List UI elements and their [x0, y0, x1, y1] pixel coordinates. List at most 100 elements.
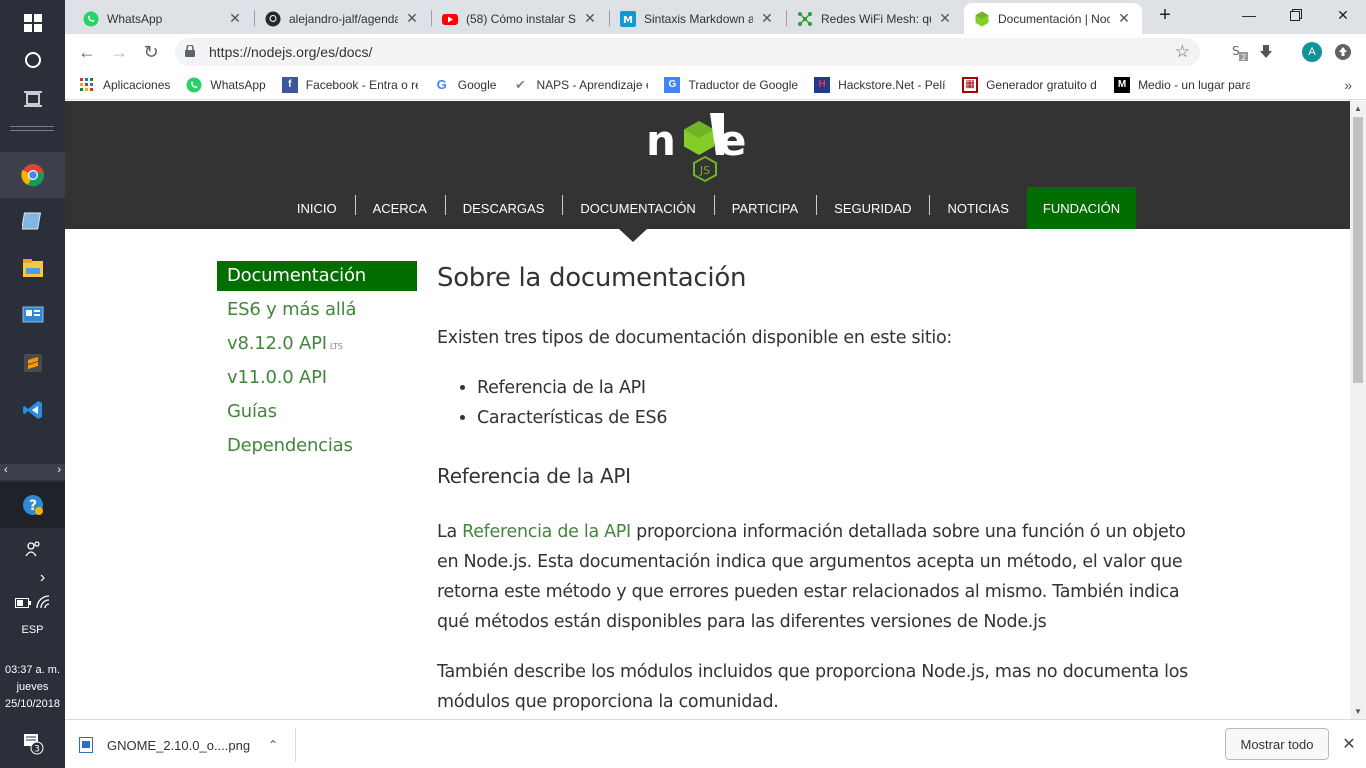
close-tab-icon[interactable]: ✕ [1116, 10, 1132, 27]
nav-inicio[interactable]: INICIO [279, 187, 355, 229]
tab-title: Sintaxis Markdown al [644, 11, 753, 26]
scrollbar-thumb[interactable] [1353, 117, 1363, 383]
paragraph-text: La [437, 522, 463, 542]
page-scrollbar[interactable]: ▲ ▼ [1350, 101, 1366, 719]
address-bar[interactable]: https://nodejs.org/es/docs/ ☆ [175, 38, 1200, 66]
sublime-text-taskbar-icon[interactable] [0, 340, 65, 386]
bookmark-label: Google [457, 77, 497, 92]
bookmark-facebook[interactable]: f Facebook - Entra o re [281, 76, 418, 93]
sidebar-item-label: v8.12.0 API [227, 333, 327, 354]
extension-icon[interactable]: S2 [1225, 38, 1253, 66]
tab-title: (58) Cómo instalar SQ [466, 11, 576, 26]
nav-fundacion[interactable]: FUNDACIÓN [1026, 187, 1137, 229]
api-reference-link[interactable]: Referencia de la API [462, 522, 631, 542]
svg-text:S: S [1232, 44, 1240, 58]
reload-icon[interactable]: ↻ [137, 38, 165, 66]
browser-tab-strip: WhatsApp ✕ alejandro-jalf/agenda ✕ (58) … [65, 0, 1366, 34]
forward-icon[interactable]: → [105, 38, 133, 66]
bookmark-google[interactable]: G Google [434, 77, 497, 93]
close-window-button[interactable]: ✕ [1320, 0, 1366, 30]
naps-icon: ✔ [514, 76, 526, 92]
bookmark-naps[interactable]: ✔ NAPS - Aprendizaje e [512, 77, 648, 93]
bookmark-apps[interactable]: Aplicaciones [79, 77, 170, 93]
svg-text:JS: JS [699, 164, 710, 177]
notepad-taskbar-icon[interactable] [0, 198, 65, 244]
sidebar-item-guias[interactable]: Guías [217, 397, 417, 427]
bookmark-star-icon[interactable]: ☆ [1175, 42, 1190, 62]
tab-wifi-mesh[interactable]: Redes WiFi Mesh: qué ✕ [787, 3, 963, 34]
bookmark-whatsapp[interactable]: WhatsApp [186, 77, 266, 93]
sidebar-item-v11-api[interactable]: v11.0.0 API [217, 363, 417, 393]
close-tab-icon[interactable]: ✕ [582, 10, 598, 27]
update-icon[interactable] [1329, 38, 1357, 66]
back-icon[interactable]: ← [73, 38, 101, 66]
control-panel-taskbar-icon[interactable] [0, 292, 65, 338]
chrome-taskbar-icon[interactable] [0, 152, 65, 198]
sidebar-item-documentacion[interactable]: Documentación [217, 261, 417, 291]
battery-icon[interactable] [14, 596, 31, 611]
help-icon[interactable]: ? [0, 482, 65, 528]
intro-paragraph: Existen tres tipos de documentación disp… [437, 328, 952, 348]
new-tab-button[interactable]: + [1150, 0, 1180, 30]
page-title: Sobre la documentación [437, 263, 747, 293]
lock-icon[interactable] [185, 43, 205, 60]
tab-github[interactable]: alejandro-jalf/agenda ✕ [255, 3, 430, 34]
nodejs-logo[interactable]: n e JS [644, 111, 770, 187]
nav-descargas[interactable]: DESCARGAS [444, 187, 563, 229]
bookmark-translate[interactable]: G Traductor de Google [664, 76, 799, 93]
close-shelf-icon[interactable]: ✕ [1339, 734, 1359, 754]
bookmark-qr-generator[interactable]: ▦ Generador gratuito d [962, 76, 1098, 93]
nav-noticias[interactable]: NOTICIAS [929, 187, 1026, 229]
sidebar-item-es6[interactable]: ES6 y más allá [217, 295, 417, 325]
close-tab-icon[interactable]: ✕ [937, 10, 953, 27]
api-reference-paragraph: La Referencia de la API proporciona info… [437, 517, 1197, 637]
bookmark-label: Generador gratuito d [986, 77, 1097, 92]
show-all-downloads-button[interactable]: Mostrar todo [1225, 728, 1329, 760]
close-tab-icon[interactable]: ✕ [759, 10, 775, 27]
apps-grid-icon [79, 77, 95, 93]
medium-icon: M [1114, 76, 1131, 93]
whatsapp-icon [83, 11, 99, 26]
more-bookmarks-icon[interactable]: » [1344, 77, 1352, 93]
active-nav-caret [619, 229, 647, 242]
nav-acerca[interactable]: ACERCA [354, 187, 445, 229]
scroll-up-icon[interactable]: ▲ [1354, 104, 1362, 113]
bookmark-label: Traductor de Google [688, 77, 799, 92]
list-item: Características de ES6 [477, 403, 1197, 433]
scroll-down-icon[interactable]: ▼ [1354, 707, 1362, 716]
taskbar-scroll-arrows[interactable]: ‹ › [0, 464, 65, 480]
taskbar-clock[interactable]: 03:37 a. m. jueves 25/10/2018 [0, 662, 65, 713]
restore-button[interactable] [1273, 0, 1319, 30]
minimize-button[interactable]: — [1226, 0, 1272, 30]
download-extension-icon[interactable] [1252, 38, 1280, 66]
system-tray-icons[interactable] [0, 585, 65, 621]
task-view-icon[interactable] [0, 76, 65, 122]
sidebar-item-v8-api[interactable]: v8.12.0 API LTS [217, 329, 417, 359]
clock-day: jueves [16, 681, 49, 693]
tab-title: Redes WiFi Mesh: qué [821, 11, 931, 26]
tab-markdown[interactable]: M Sintaxis Markdown al ✕ [610, 3, 785, 34]
bookmark-medium[interactable]: M Medio - un lugar para [1114, 76, 1251, 93]
vscode-taskbar-icon[interactable] [0, 387, 65, 433]
nav-seguridad[interactable]: SEGURIDAD [816, 187, 929, 229]
api-reference-heading: Referencia de la API [437, 464, 631, 488]
close-tab-icon[interactable]: ✕ [404, 10, 420, 27]
nav-participa[interactable]: PARTICIPA [713, 187, 816, 229]
site-nav: INICIO ACERCA DESCARGAS DOCUMENTACIÓN PA… [65, 187, 1350, 229]
tab-whatsapp[interactable]: WhatsApp ✕ [73, 3, 253, 34]
bookmark-hackstore[interactable]: H Hackstore.Net - Pelíc [814, 76, 946, 93]
chevron-up-icon[interactable]: ⌃ [268, 738, 278, 752]
close-tab-icon[interactable]: ✕ [227, 10, 243, 27]
wifi-icon[interactable] [36, 594, 50, 612]
file-explorer-taskbar-icon[interactable] [0, 245, 65, 291]
nav-documentacion[interactable]: DOCUMENTACIÓN [562, 187, 713, 229]
action-center-icon[interactable]: 3 [0, 720, 65, 766]
profile-avatar[interactable]: A [1298, 38, 1326, 66]
sidebar-item-dependencias[interactable]: Dependencias [217, 431, 417, 461]
tab-nodejs-docs[interactable]: Documentación | Noc ✕ [964, 3, 1142, 34]
site-header: n e JS INICIO ACERCA DESCARGAS DOCUMENTA… [65, 101, 1350, 229]
download-item[interactable]: GNOME_2.10.0_o....png ⌃ [79, 728, 295, 762]
bookmark-label: Medio - un lugar para [1138, 77, 1251, 92]
input-language[interactable]: ESP [0, 624, 65, 636]
tab-youtube[interactable]: (58) Cómo instalar SQ ✕ [432, 3, 608, 34]
